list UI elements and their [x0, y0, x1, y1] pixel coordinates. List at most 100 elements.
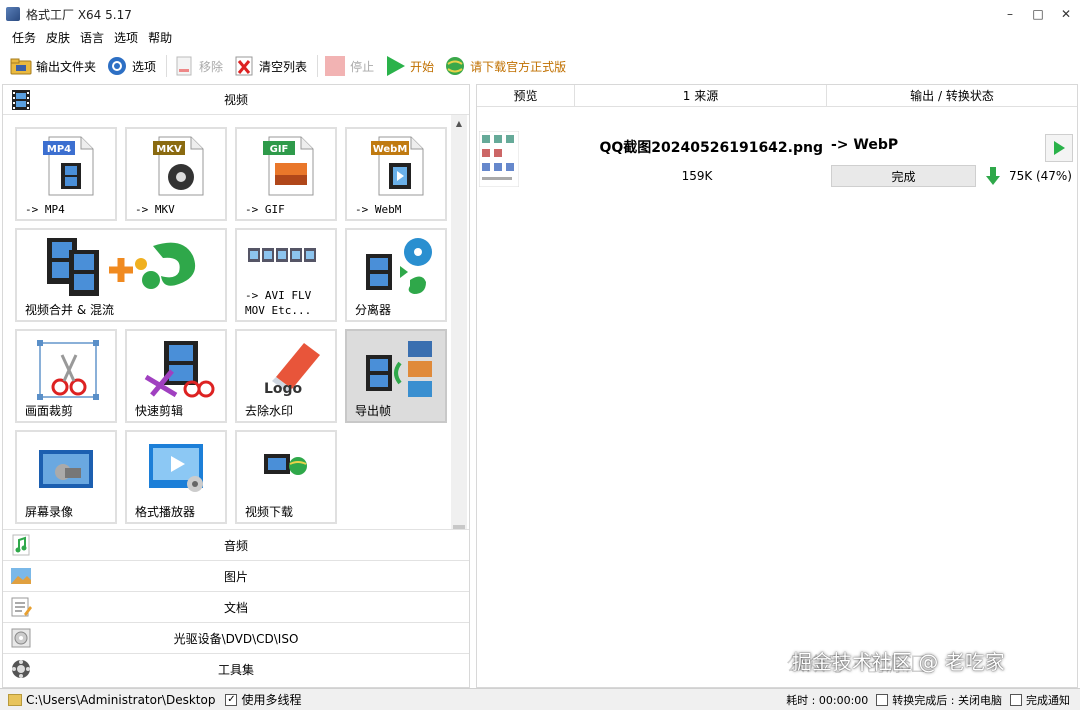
title-bar: 格式工厂 X64 5.17 – □ ✕	[0, 0, 1080, 28]
category-video-label: 视频	[223, 93, 248, 107]
gif-file-icon: GIF	[237, 135, 335, 196]
stop-button[interactable]: 停止	[324, 55, 374, 77]
after-done-option[interactable]: 转换完成后 : 关闭电脑	[876, 692, 1002, 708]
disc-drive-icon	[9, 626, 33, 650]
output-folder-button[interactable]: 输出文件夹	[10, 55, 96, 77]
output-path[interactable]: C:\Users\Administrator\Desktop	[26, 693, 215, 707]
category-document[interactable]: 文档	[3, 591, 469, 622]
options-icon	[106, 55, 128, 77]
remove-icon	[173, 55, 195, 77]
folder-icon	[8, 693, 22, 706]
options-button[interactable]: 选项	[106, 55, 156, 77]
window-title: 格式工厂 X64 5.17	[26, 7, 132, 22]
start-label: 开始	[410, 59, 435, 74]
tile-remove-watermark[interactable]: Logo 去除水印	[235, 329, 337, 423]
tile-video-merge[interactable]: 视频合并 & 混流	[15, 228, 227, 322]
multithread-option[interactable]: ✓ 使用多线程	[225, 691, 301, 708]
grid-scrollbar[interactable]: ▲ ▼	[451, 115, 467, 529]
output-size: 75K (47%)	[1009, 169, 1072, 183]
video-download-icon	[237, 450, 335, 510]
tile-splitter[interactable]: 分离器	[345, 228, 447, 322]
tile-label: 去除水印	[245, 404, 294, 418]
window-controls: – □ ✕	[996, 0, 1080, 28]
task-row[interactable]: QQ截图20240526191642.png 159K -> WebP 完成 7…	[477, 107, 1077, 187]
tile-export-frames[interactable]: 导出帧	[345, 329, 447, 423]
download-official-label: 请下载官方正式版	[470, 59, 567, 74]
picture-icon	[9, 564, 33, 588]
menu-help[interactable]: 帮助	[148, 28, 172, 48]
menu-language[interactable]: 语言	[80, 28, 104, 48]
play-output-button[interactable]	[1045, 134, 1073, 162]
tile-screen-record[interactable]: 屏幕录像	[15, 430, 117, 524]
folder-icon	[10, 55, 32, 77]
crop-icon	[17, 337, 115, 400]
app-icon	[6, 7, 20, 21]
remove-label: 移除	[199, 59, 224, 74]
mkv-file-icon: MKV	[127, 135, 225, 196]
task-list-panel: 预览 1 来源 输出 / 转换状态 QQ截图20240526191642.png…	[476, 84, 1078, 688]
merge-icon	[17, 236, 225, 296]
minimize-button[interactable]: –	[996, 0, 1024, 28]
category-toolbox[interactable]: 工具集	[3, 653, 469, 684]
play-icon	[384, 55, 406, 77]
watermark: 掘金技术社区 @ 老吃家	[792, 650, 1005, 674]
tile-label: -> AVI FLV MOV Etc...	[245, 289, 312, 317]
multithread-label: 使用多线程	[241, 693, 302, 707]
splitter-icon	[347, 236, 445, 296]
player-icon	[127, 438, 225, 498]
notify-option[interactable]: 完成通知	[1010, 692, 1070, 708]
tile-label: 视频下载	[245, 505, 294, 519]
elapsed-time: 耗时 : 00:00:00	[786, 694, 869, 707]
status-bar: C:\Users\Administrator\Desktop ✓ 使用多线程 耗…	[0, 688, 1080, 710]
tile-to-mp4[interactable]: MP4 -> MP4	[15, 127, 117, 221]
close-button[interactable]: ✕	[1052, 0, 1080, 28]
category-document-label: 文档	[223, 600, 248, 615]
menu-bar: 任务 皮肤 语言 选项 帮助	[0, 28, 1080, 48]
maximize-button[interactable]: □	[1024, 0, 1052, 28]
clear-list-button[interactable]: 清空列表	[233, 55, 307, 77]
stop-icon	[324, 55, 346, 77]
tile-label: -> MP4	[25, 203, 65, 216]
column-preview[interactable]: 预览	[477, 85, 575, 106]
download-official-button[interactable]: 请下载官方正式版	[444, 55, 566, 77]
tile-quick-clip[interactable]: 快速剪辑	[125, 329, 227, 423]
column-output-status[interactable]: 输出 / 转换状态	[827, 85, 1077, 106]
tile-to-mkv[interactable]: MKV -> MKV	[125, 127, 227, 221]
category-video[interactable]: 视频	[3, 85, 469, 115]
tile-label: 屏幕录像	[25, 505, 74, 519]
category-image[interactable]: 图片	[3, 560, 469, 591]
tile-label: -> GIF	[245, 203, 285, 216]
export-frames-icon	[347, 337, 445, 397]
clear-list-icon	[233, 55, 255, 77]
column-source[interactable]: 1 来源	[575, 85, 827, 106]
tile-crop[interactable]: 画面裁剪	[15, 329, 117, 423]
status-done-button[interactable]: 完成	[831, 165, 976, 187]
menu-options[interactable]: 选项	[114, 28, 138, 48]
tile-video-download[interactable]: 视频下载	[235, 430, 337, 524]
function-panel: 视频 MP4 -> MP4 MKV -> MKV GIF -> GIF WebM…	[2, 84, 470, 688]
stop-label: 停止	[350, 59, 375, 74]
menu-task[interactable]: 任务	[12, 28, 36, 48]
notify-checkbox[interactable]	[1010, 694, 1022, 706]
multithread-checkbox[interactable]: ✓	[225, 693, 238, 706]
tile-label: 导出帧	[355, 404, 392, 418]
category-audio[interactable]: 音频	[3, 529, 469, 560]
eraser-icon: Logo	[237, 337, 335, 397]
start-button[interactable]: 开始	[384, 55, 434, 77]
tile-to-webm[interactable]: WebM -> WebM	[345, 127, 447, 221]
tile-player[interactable]: 格式播放器	[125, 430, 227, 524]
tile-to-gif[interactable]: GIF -> GIF	[235, 127, 337, 221]
after-done-checkbox[interactable]	[876, 694, 889, 706]
source-filename: QQ截图20240526191642.png	[599, 140, 823, 156]
toolbar-separator	[166, 55, 168, 77]
output-folder-label: 输出文件夹	[36, 59, 97, 74]
webm-file-icon: WebM	[347, 135, 445, 196]
arrow-down-icon	[986, 167, 1000, 185]
notify-label: 完成通知	[1026, 694, 1070, 707]
remove-button[interactable]: 移除	[173, 55, 223, 77]
category-dvd-cd-iso[interactable]: 光驱设备\DVD\CD\ISO	[3, 622, 469, 653]
menu-skin[interactable]: 皮肤	[46, 28, 70, 48]
category-dvd-cd-iso-label: 光驱设备\DVD\CD\ISO	[173, 631, 299, 646]
tile-to-avi-flv-mov[interactable]: -> AVI FLV MOV Etc...	[235, 228, 337, 322]
scroll-up-arrow[interactable]: ▲	[451, 115, 467, 131]
